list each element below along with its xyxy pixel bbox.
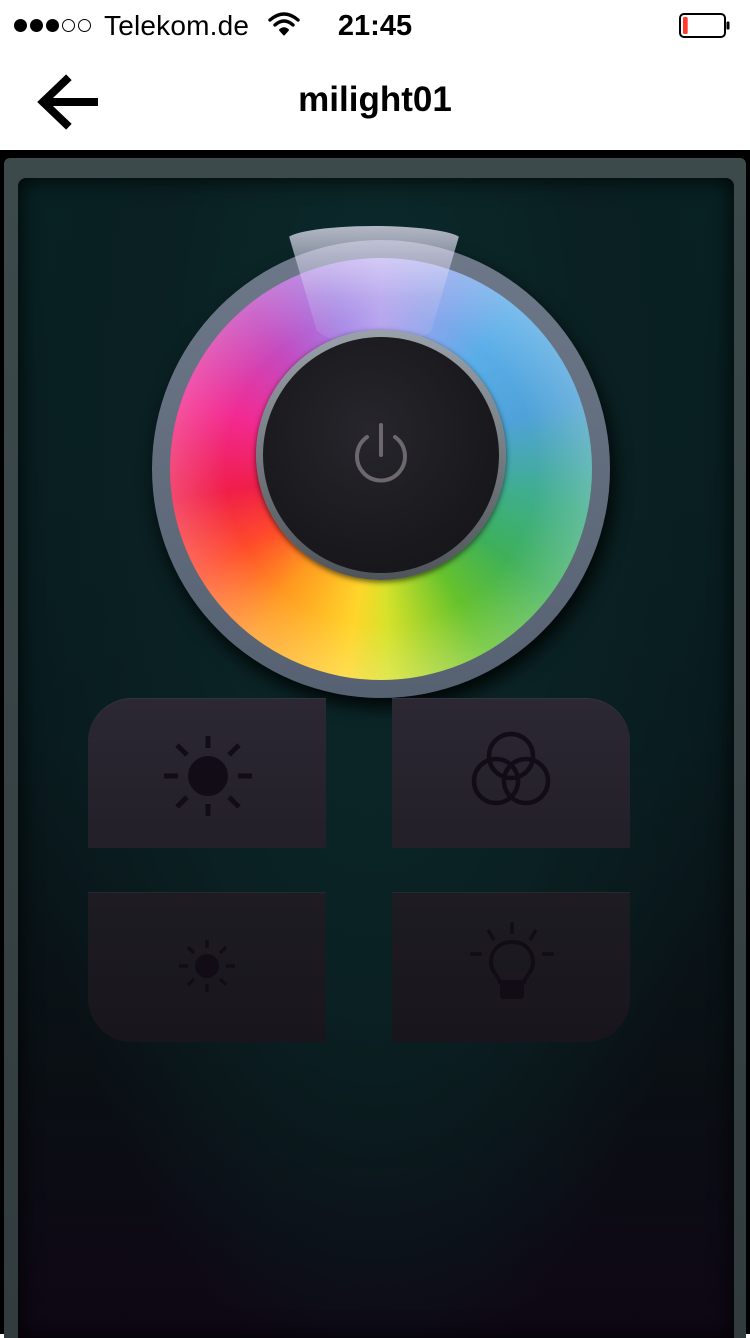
navigation-bar: milight01: [0, 52, 750, 150]
power-button[interactable]: [263, 337, 499, 573]
brightness-up-button[interactable]: [88, 698, 326, 848]
rgb-circles-icon: [471, 731, 551, 806]
sun-small-icon: [179, 940, 235, 992]
clock: 21:45: [337, 10, 413, 42]
brightness-down-button[interactable]: [88, 892, 326, 1042]
status-bar: Telekom.de 21:45: [0, 0, 750, 52]
power-icon: [355, 423, 407, 483]
white-mode-button[interactable]: [392, 892, 630, 1042]
color-mode-button[interactable]: [392, 698, 630, 848]
page-title: milight01: [298, 80, 452, 119]
battery-low-icon: [679, 13, 730, 38]
light-bulb-icon: [470, 922, 554, 999]
sun-large-icon: [164, 736, 252, 816]
color-wheel-control: [152, 226, 610, 698]
